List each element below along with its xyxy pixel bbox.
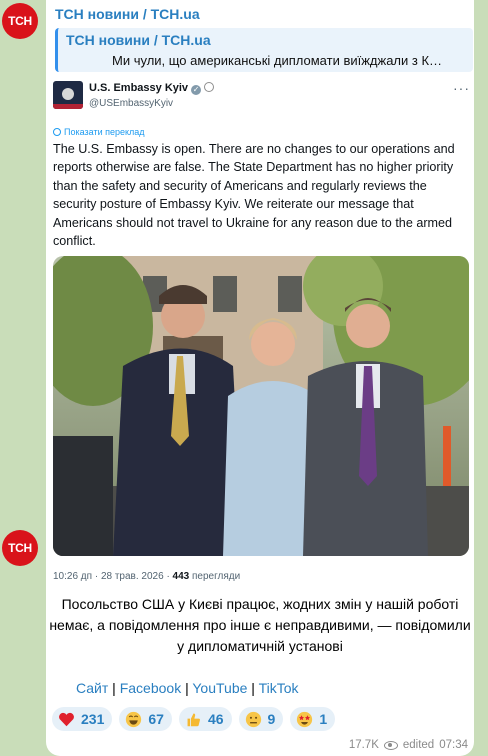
embassy-logo [53, 81, 83, 109]
translate-label: Показати переклад [64, 127, 145, 137]
show-translation-link[interactable]: Показати переклад [53, 127, 145, 137]
link-facebook[interactable]: Facebook [120, 680, 181, 696]
tweet-meta: 10:26 дп · 28 трав. 2026 · 443 перегляди [53, 571, 240, 582]
reactions-bar: 231 67 46 9 1 [52, 707, 336, 731]
link-separator: | [108, 680, 120, 696]
reply-text: Ми чули, що американські дипломати виїжд… [112, 53, 443, 68]
link-separator: | [181, 680, 193, 696]
photo-scene [53, 256, 469, 556]
grin-icon [126, 711, 142, 727]
reaction-thumbs-up[interactable]: 46 [178, 707, 232, 731]
edited-label: edited [402, 739, 435, 751]
reaction-count: 9 [267, 711, 276, 727]
more-options-icon[interactable]: ··· [453, 80, 470, 96]
tweet-handle: @USEmbassyKyiv [89, 98, 174, 109]
link-tiktok[interactable]: TikTok [259, 680, 299, 696]
tweet-views-label: перегляди [189, 571, 241, 582]
star-struck-icon [297, 711, 313, 727]
thumbs-up-icon [187, 713, 200, 726]
social-links: Сайт | Facebook | YouTube | TikTok [76, 680, 299, 696]
message-bubble: ТСН новини / TCH.ua ТСН новини / TCH.ua … [46, 0, 474, 756]
reply-quote[interactable]: ТСН новини / TCH.ua Ми чули, що американ… [55, 28, 473, 72]
tweet-views-count: 443 [172, 571, 190, 582]
reaction-count: 67 [148, 711, 164, 727]
reaction-count: 46 [207, 711, 224, 727]
reaction-grin[interactable]: 67 [119, 707, 172, 731]
tweet-photo[interactable] [53, 256, 469, 556]
reaction-count: 1 [319, 711, 328, 727]
link-site[interactable]: Сайт [76, 680, 108, 696]
eye-icon [383, 740, 398, 750]
channel-avatar-bottom[interactable]: ТСН [2, 530, 38, 566]
reaction-star-struck[interactable]: 1 [290, 707, 336, 731]
avatar-text: ТСН [8, 541, 32, 555]
link-separator: | [247, 680, 259, 696]
reply-title: ТСН новини / TCH.ua [66, 32, 211, 48]
message-caption: Посольство США у Києві працює, жодних зм… [49, 596, 471, 654]
reaction-heart[interactable]: 231 [52, 707, 113, 731]
channel-avatar[interactable]: ТСН [2, 3, 38, 39]
tweet-text: The U.S. Embassy is open. There are no c… [53, 142, 455, 249]
avatar-text: ТСН [8, 14, 32, 28]
link-youtube[interactable]: YouTube [192, 680, 247, 696]
message-footer: 17.7K edited 07:34 [349, 739, 474, 751]
channel-name[interactable]: ТСН новини / TCH.ua [55, 6, 200, 22]
government-badge-icon [204, 82, 215, 92]
view-count: 17.7K [348, 739, 379, 751]
embedded-tweet[interactable]: U.S. Embassy Kyiv ✓ @USEmbassyKyiv ··· По… [46, 72, 474, 592]
reaction-count: 231 [81, 711, 105, 727]
heart-icon [59, 712, 74, 726]
message-time: 07:34 [439, 739, 468, 751]
tweet-author: U.S. Embassy Kyiv ✓ [89, 82, 215, 95]
tweet-author-name: U.S. Embassy Kyiv [89, 82, 189, 94]
verified-badge-icon: ✓ [191, 85, 202, 95]
tweet-time: 10:26 дп · 28 трав. 2026 · [53, 571, 173, 582]
reaction-neutral[interactable]: 9 [238, 707, 284, 731]
globe-icon [53, 128, 61, 136]
neutral-face-icon [245, 711, 261, 727]
